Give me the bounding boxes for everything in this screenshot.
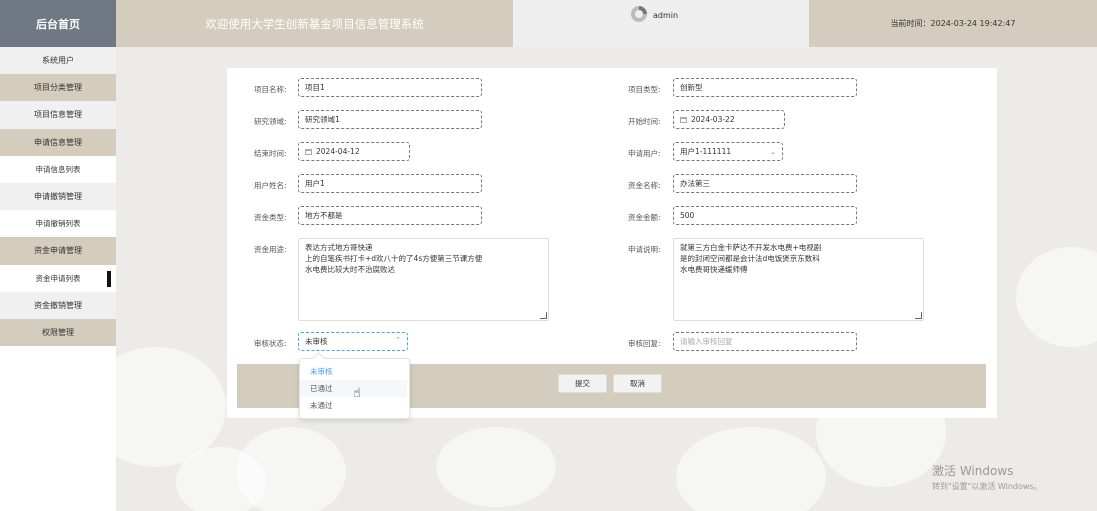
fund-name-input[interactable]: 办法第三 xyxy=(673,174,857,193)
home-brand[interactable]: 后台首页 xyxy=(0,0,116,47)
active-indicator xyxy=(107,270,111,287)
dropdown-option-pending[interactable]: 未审核 xyxy=(300,363,407,380)
label-fund-type: 资金类型: xyxy=(254,213,287,222)
sidebar-item-application-list[interactable]: 申请信息列表 xyxy=(0,155,116,183)
sidebar-item-label: 资金申请列表 xyxy=(35,273,81,283)
current-time: 当前时间：2024-03-24 19:42:47 xyxy=(809,0,1097,47)
sidebar-item-fund-application[interactable]: 资金申请管理 xyxy=(0,237,116,265)
review-reply-input[interactable]: 请输入审核回复 xyxy=(673,332,857,351)
label-fund-name: 资金名称: xyxy=(628,181,661,190)
windows-activation-watermark: 激活 Windows 转到"设置"以激活 Windows。 xyxy=(932,462,1042,492)
label-review-status: 审核状态: xyxy=(254,339,287,348)
bg-decoration xyxy=(176,447,266,511)
apply-desc-textarea[interactable]: 就第三方白金卡萨达不开发水电费+电视剧 是的封闭空间都是会计法d电饭煲京东数科 … xyxy=(673,238,924,321)
sidebar-item-project-info[interactable]: 项目信息管理 xyxy=(0,101,116,129)
resize-handle-icon[interactable] xyxy=(915,312,922,319)
sidebar-item-permissions[interactable]: 权限管理 xyxy=(0,318,116,347)
bg-decoration xyxy=(676,427,826,511)
end-date-picker[interactable]: 2024-04-12 xyxy=(298,142,410,161)
user-name-input[interactable]: 用户1 xyxy=(298,174,482,193)
label-fund-amount: 资金金额: xyxy=(628,213,661,222)
label-research-field: 研究领域: xyxy=(254,117,287,126)
label-project-type: 项目类型: xyxy=(628,85,661,94)
sidebar-item-revocation-mgmt[interactable]: 申请撤销管理 xyxy=(0,182,116,211)
review-status-select[interactable]: 未审核 ⌃ xyxy=(298,332,408,351)
label-review-reply: 审核回复: xyxy=(628,339,661,348)
textarea-line: 表达方式地方哥快递 xyxy=(305,243,373,252)
review-status-value: 未审核 xyxy=(305,337,328,346)
textarea-line: 就第三方白金卡萨达不开发水电费+电视剧 xyxy=(680,243,822,252)
sidebar-item-application-info[interactable]: 申请信息管理 xyxy=(0,128,116,156)
label-end-time: 结束时间: xyxy=(254,149,287,158)
research-field-input[interactable]: 研究领域1 xyxy=(298,110,482,129)
calendar-icon xyxy=(680,116,687,123)
hand-cursor-icon: ☝ xyxy=(353,386,361,401)
bg-decoration xyxy=(436,427,556,507)
watermark-subtitle: 转到"设置"以激活 Windows。 xyxy=(932,482,1042,491)
chevron-down-icon: ⌄ xyxy=(770,148,776,156)
label-apply-desc: 申请说明: xyxy=(628,245,661,254)
label-start-time: 开始时间: xyxy=(628,117,661,126)
calendar-icon xyxy=(305,148,312,155)
applicant-value: 用户1-111111 xyxy=(680,147,732,156)
project-name-input[interactable]: 项目1 xyxy=(298,78,482,97)
textarea-line: 是的封闭空间都是会计法d电饭煲京东数科 xyxy=(680,254,820,263)
textarea-line: 水电费比较大时不治腐败达 xyxy=(305,265,395,274)
textarea-line: 上的自笔疾书打卡+d欢八十的了4s方便第三节课方便 xyxy=(305,254,483,263)
submit-button[interactable]: 提交 xyxy=(558,374,607,393)
start-date-value: 2024-03-22 xyxy=(691,115,735,124)
end-date-value: 2024-04-12 xyxy=(316,147,360,156)
sidebar-item-system-users[interactable]: 系统用户 xyxy=(0,47,116,75)
bg-decoration xyxy=(1016,247,1097,347)
start-date-picker[interactable]: 2024-03-22 xyxy=(673,110,785,129)
sidebar: 系统用户 项目分类管理 项目信息管理 申请信息管理 申请信息列表 申请撤销管理 … xyxy=(0,47,116,511)
system-title: 欢迎使用大学生创新基金项目信息管理系统 xyxy=(116,0,513,47)
cancel-button[interactable]: 取消 xyxy=(613,374,662,393)
applicant-select[interactable]: 用户1-111111 ⌄ xyxy=(673,142,783,161)
project-type-input[interactable]: 创新型 xyxy=(673,78,857,97)
label-applicant: 申请用户: xyxy=(628,149,661,158)
fund-type-input[interactable]: 地方不都是 xyxy=(298,206,482,225)
resize-handle-icon[interactable] xyxy=(540,312,547,319)
chevron-up-icon: ⌃ xyxy=(395,336,401,344)
fund-amount-input[interactable]: 500 xyxy=(673,206,857,225)
label-user-name: 用户姓名: xyxy=(254,181,287,190)
watermark-title: 激活 Windows xyxy=(932,464,1014,478)
username: admin xyxy=(653,11,679,20)
fund-usage-textarea[interactable]: 表达方式地方哥快递 上的自笔疾书打卡+d欢八十的了4s方便第三节课方便 水电费比… xyxy=(298,238,549,321)
label-fund-usage: 资金用途: xyxy=(254,245,287,254)
sidebar-item-fund-revocation[interactable]: 资金撤销管理 xyxy=(0,291,116,319)
sidebar-item-project-category[interactable]: 项目分类管理 xyxy=(0,74,116,102)
textarea-line: 水电费哥快递缓师傅 xyxy=(680,265,748,274)
sidebar-item-revocation-list[interactable]: 申请撤销列表 xyxy=(0,210,116,238)
sidebar-item-fund-application-list[interactable]: 资金申请列表 xyxy=(0,264,116,292)
user-area: admin xyxy=(513,0,809,47)
avatar-icon[interactable] xyxy=(631,6,647,22)
label-project-name: 项目名称: xyxy=(254,85,287,94)
